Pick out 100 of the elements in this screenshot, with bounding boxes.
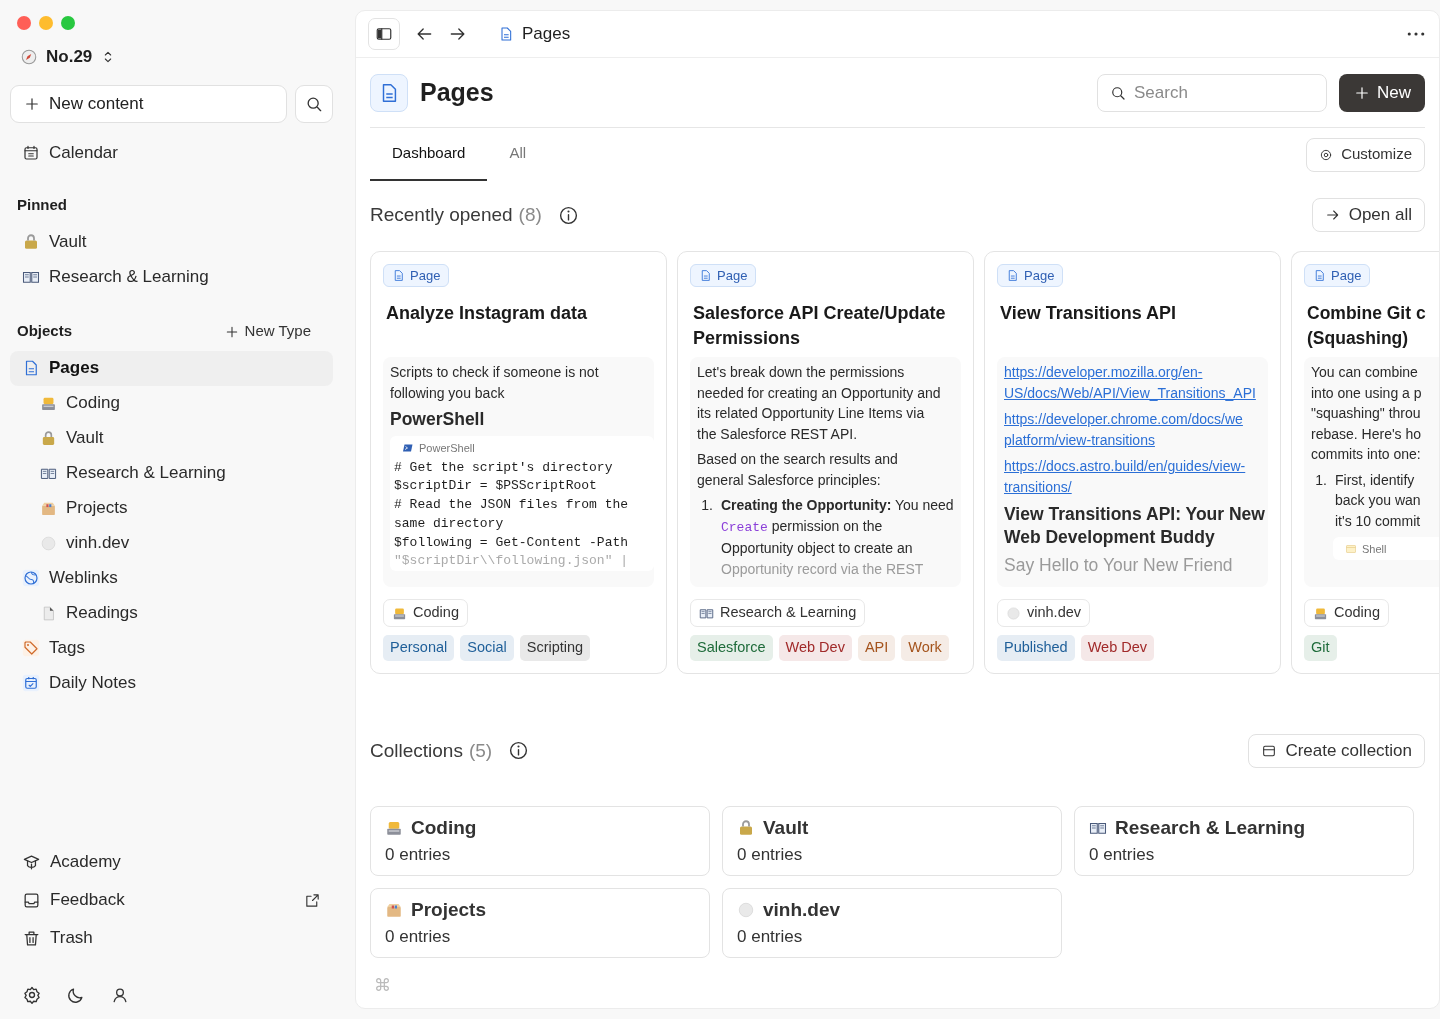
sidebar-item[interactable]: vinh.dev: [10, 525, 333, 561]
terminal-icon: [402, 442, 414, 455]
code-line: same directory: [394, 514, 505, 533]
type-badge: Page: [1304, 264, 1371, 287]
settings-button[interactable]: [22, 985, 42, 1005]
collection-name: vinh.dev: [763, 897, 841, 922]
heading: PowerShell: [390, 408, 486, 431]
sidebar-item[interactable]: Coding: [10, 385, 333, 421]
tag[interactable]: Web Dev: [778, 635, 852, 661]
arrow-icon: [1324, 207, 1341, 223]
collection-card[interactable]: Projects 0 entries: [370, 887, 710, 958]
breadcrumb-link[interactable]: Pages: [522, 21, 571, 47]
code-language: Shell: [1362, 542, 1387, 557]
type-badge: Page: [690, 264, 757, 287]
lock-icon: [737, 818, 755, 837]
code-line: # Get the script's directory: [394, 458, 614, 477]
tag[interactable]: API: [857, 635, 896, 661]
sidebar-item[interactable]: Tags: [10, 630, 333, 666]
sidebar-item[interactable]: Research & Learning: [10, 259, 333, 295]
new-type-button[interactable]: New Type: [223, 320, 311, 343]
section-title: Objects: [17, 321, 73, 342]
search-button[interactable]: [295, 84, 333, 123]
new-button[interactable]: New: [1339, 73, 1425, 112]
new-content-button[interactable]: New content: [10, 84, 287, 123]
collection-card[interactable]: Coding 0 entries: [370, 805, 710, 876]
code-line: $scriptDir = $PSScriptRoot: [394, 477, 598, 496]
sidebar-item[interactable]: Vault: [10, 420, 333, 456]
search-field[interactable]: Search: [1097, 73, 1327, 112]
card-title: Analyze Instagram data: [386, 302, 589, 325]
workspace-name[interactable]: No.29: [46, 44, 93, 70]
card-title: Salesforce API Create/Update Permissions: [693, 302, 947, 350]
calendar-icon: [22, 674, 40, 692]
collection-name: Research & Learning: [1115, 815, 1306, 840]
list-item: First, identify back you wan it's 10 commit: [1335, 470, 1421, 531]
card[interactable]: [370, 251, 667, 674]
sidebar-toggle-button[interactable]: [368, 18, 400, 50]
tag[interactable]: Git: [1304, 635, 1337, 661]
tab[interactable]: Dashboard: [370, 128, 488, 181]
lock-icon: [22, 233, 40, 251]
link[interactable]: https://developer.chrome.com/docs/we platform/view-transitions: [1004, 409, 1262, 450]
sidebar-item[interactable]: Daily Notes: [10, 665, 333, 701]
sidebar-item[interactable]: Weblinks: [10, 560, 333, 596]
sidebar-toggle-icon: [375, 25, 393, 43]
circle-icon: [40, 534, 57, 552]
tag[interactable]: Social: [460, 635, 514, 661]
more-icon: [1407, 32, 1425, 36]
tab[interactable]: All: [487, 128, 549, 181]
more-button[interactable]: [1407, 32, 1425, 36]
tag[interactable]: Salesforce: [690, 635, 773, 661]
tag[interactable]: Personal: [383, 635, 455, 661]
entry-count: 0 entries: [385, 925, 452, 948]
card[interactable]: Page Combine Git c (Squashing) You can combine into one using a p "squashing" throu rebase. Here's ho commits into one: 1. First, identify back you wan it's 10 commit Shell Coding Git: [1291, 251, 1439, 674]
item-count: (8): [518, 202, 542, 227]
collection-chip[interactable]: Coding: [383, 599, 468, 627]
paragraph: Let's break down the permissions needed for creating an Opportunity and its related Opportunity Line Items via the Salesforce REST API.: [697, 363, 942, 444]
page-title: Pages: [420, 76, 495, 108]
tag[interactable]: Scripting: [519, 635, 591, 661]
info-icon: [508, 740, 530, 762]
link[interactable]: https://docs.astro.build/en/guides/view- transitions/: [1004, 456, 1262, 497]
sidebar-item[interactable]: Vault: [10, 224, 333, 260]
collection-chip[interactable]: vinh.dev: [997, 599, 1090, 627]
page-icon: [1313, 269, 1326, 282]
card[interactable]: [677, 251, 974, 674]
tag-icon: [22, 639, 40, 657]
collection-card[interactable]: Research & Learning 0 entries: [1074, 805, 1414, 876]
collection-name: Projects: [411, 897, 486, 922]
sidebar-item[interactable]: Academy: [10, 843, 333, 881]
sidebar-item-label: Calendar: [49, 142, 118, 165]
sidebar-item[interactable]: Calendar: [10, 135, 333, 171]
customize-button[interactable]: Customize: [1306, 137, 1425, 172]
settings-icon: [1319, 147, 1334, 162]
entry-count: 0 entries: [737, 843, 804, 866]
info-icon: [557, 204, 579, 226]
tag[interactable]: Published: [997, 635, 1075, 661]
sidebar-item[interactable]: Feedback: [10, 881, 333, 919]
open-all-button[interactable]: Open all: [1311, 198, 1425, 232]
sidebar-item[interactable]: Pages: [10, 350, 333, 386]
type-badge: Page: [383, 264, 450, 287]
compass-icon: [20, 47, 38, 66]
entry-count: 0 entries: [385, 843, 452, 866]
collection-card[interactable]: vinh.dev 0 entries: [722, 887, 1062, 958]
page-icon: [392, 269, 405, 282]
settings-icon: [22, 985, 42, 1005]
collection-chip[interactable]: Research & Learning: [690, 599, 866, 627]
paragraph: Scripts to check if someone is not following you back: [390, 363, 600, 403]
collection-chip[interactable]: Coding: [1304, 599, 1389, 627]
sidebar-item[interactable]: Trash: [10, 919, 333, 957]
section-title: Pinned: [17, 195, 67, 216]
link[interactable]: https://developer.mozilla.org/en- US/docs/Web/API/View_Transitions_API: [1004, 362, 1262, 403]
collection-card[interactable]: Vault 0 entries: [722, 805, 1062, 876]
create-collection-button[interactable]: Create collection: [1248, 733, 1425, 768]
sidebar-item[interactable]: Readings: [10, 595, 333, 631]
tag[interactable]: Work: [901, 635, 949, 661]
window-button[interactable]: [17, 16, 31, 30]
sidebar-item[interactable]: Projects: [10, 490, 333, 526]
tag[interactable]: Web Dev: [1080, 635, 1155, 661]
list-number: 1.: [1314, 470, 1327, 490]
paragraph: Based on the search results and general Salesforce principles:: [697, 450, 899, 490]
card[interactable]: [984, 251, 1281, 674]
sidebar-item[interactable]: Research & Learning: [10, 455, 333, 491]
